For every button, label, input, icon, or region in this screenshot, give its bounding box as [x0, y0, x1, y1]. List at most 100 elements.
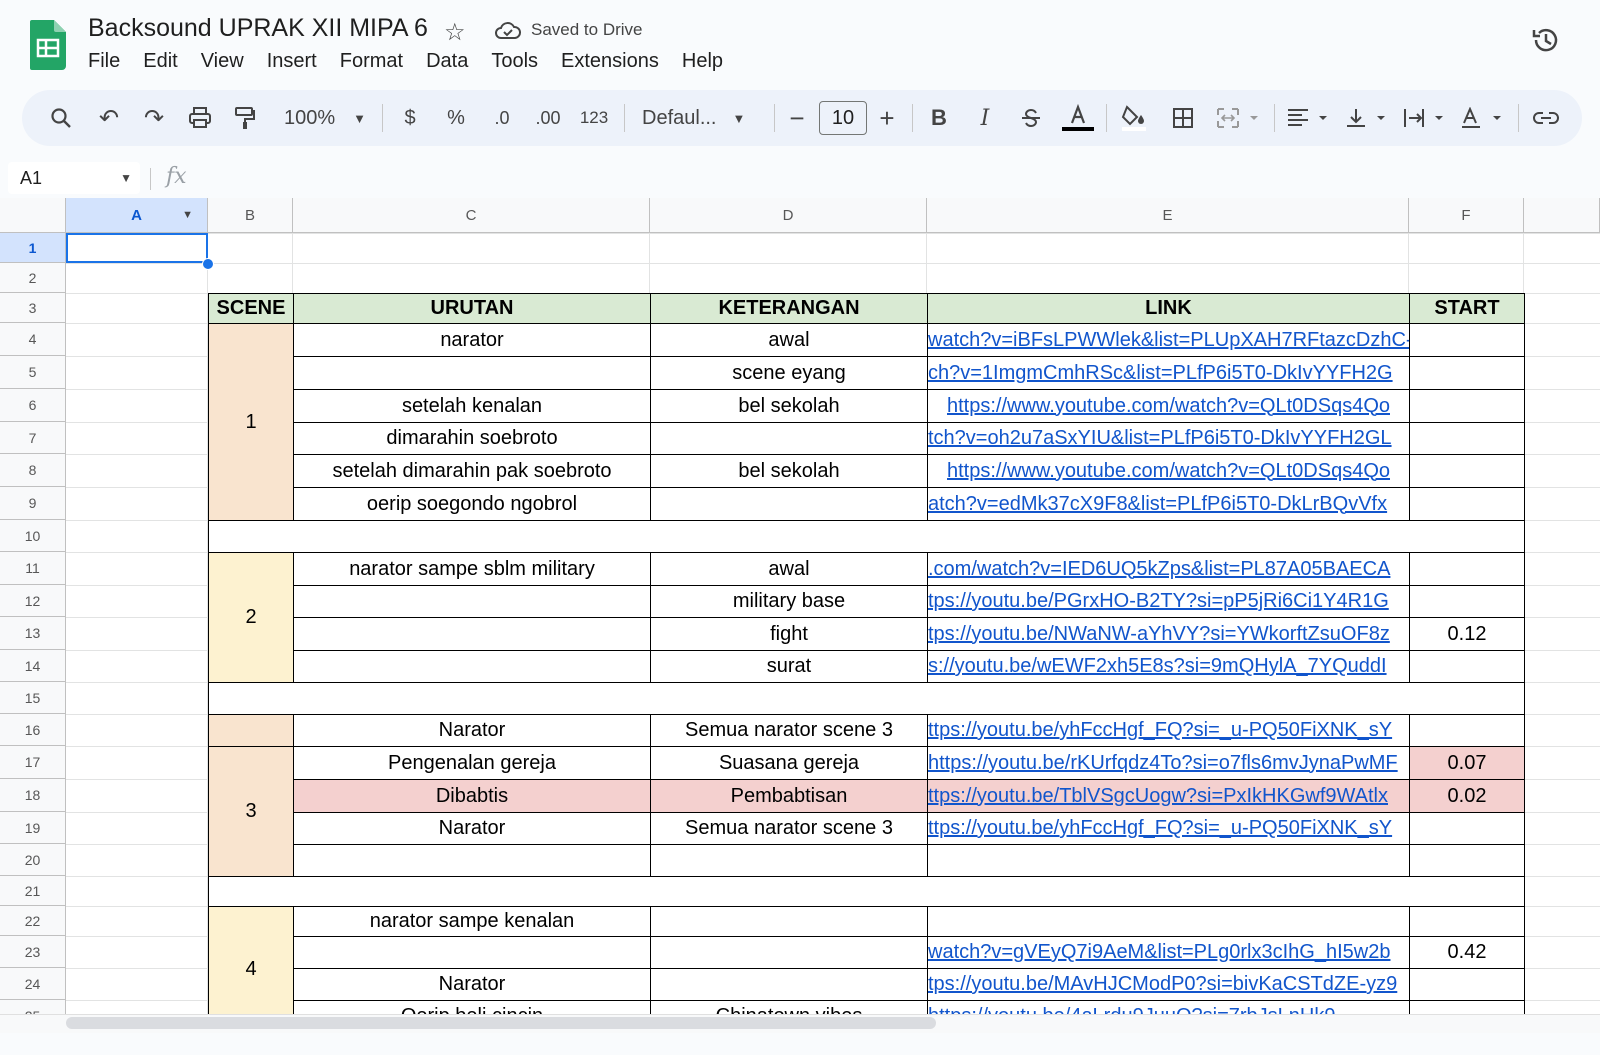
italic-button[interactable]: I: [972, 90, 998, 146]
menu-file[interactable]: File: [88, 50, 120, 73]
row-header-17[interactable]: 17: [0, 746, 66, 779]
search-menus-icon[interactable]: [46, 90, 76, 146]
undo-icon[interactable]: ↶: [94, 90, 124, 146]
formula-input[interactable]: [200, 162, 1580, 194]
strikethrough-icon[interactable]: [1016, 90, 1046, 146]
link-cell[interactable]: s://youtu.be/wEWF2xh5E8s?si=9mQHylA_7YQu…: [927, 650, 1410, 683]
menu-view[interactable]: View: [201, 50, 244, 73]
menu-edit[interactable]: Edit: [143, 50, 177, 73]
menu-extensions[interactable]: Extensions: [561, 50, 659, 73]
borders-icon[interactable]: [1168, 90, 1198, 146]
link-cell[interactable]: tch?v=oh2u7aSxYIU&list=PLfP6i5T0-DkIvYYF…: [927, 422, 1410, 455]
sheets-logo-icon[interactable]: [30, 20, 66, 70]
select-all-corner[interactable]: [0, 198, 66, 233]
fill-color-icon[interactable]: [1118, 90, 1150, 146]
decrease-font-size-icon[interactable]: −: [784, 90, 810, 146]
row-header-6[interactable]: 6: [0, 389, 66, 422]
font-size-input[interactable]: 10: [819, 101, 867, 135]
link-cell[interactable]: https://youtu.be/rKUrfqdz4To?si=o7fls6mv…: [927, 746, 1410, 780]
print-icon[interactable]: [184, 90, 216, 146]
link-cell[interactable]: watch?v=gVEyQ7i9AeM&list=PLg0rlx3cIhG_hI…: [927, 936, 1410, 969]
row-header-9[interactable]: 9: [0, 487, 66, 520]
link-cell[interactable]: .com/watch?v=IED6UQ5kZps&list=PL87A05BAE…: [927, 552, 1410, 586]
link-cell[interactable]: https://www.youtube.com/watch?v=QLt0DSqs…: [927, 454, 1410, 488]
percent-format-button[interactable]: %: [442, 90, 470, 146]
horizontal-scrollbar-thumb[interactable]: [66, 1017, 936, 1029]
column-header-g[interactable]: [1524, 198, 1600, 233]
insert-link-icon[interactable]: [1530, 90, 1562, 146]
vertical-align-icon[interactable]: [1342, 90, 1392, 146]
row-header-18[interactable]: 18: [0, 779, 66, 812]
name-box[interactable]: A1 ▼: [8, 162, 140, 194]
row-header-7[interactable]: 7: [0, 422, 66, 454]
spreadsheet-grid[interactable]: A ▼ B C D E F 1 2 3 4 5 6 7 8 9 10 11 12 13 14 15 16 17 18 19 20 21…: [0, 198, 1600, 1016]
link-cell[interactable]: tps://youtu.be/MAvHJCModP0?si=bivKaCSTdZ…: [927, 968, 1410, 1001]
horizontal-align-icon[interactable]: [1284, 90, 1334, 146]
column-header-e[interactable]: E: [927, 198, 1409, 233]
row-header-20[interactable]: 20: [0, 844, 66, 876]
link-cell[interactable]: tps://youtu.be/PGrxHO-B2TY?si=pP5jRi6Ci1…: [927, 585, 1410, 618]
column-header-c[interactable]: C: [293, 198, 650, 233]
menu-help[interactable]: Help: [682, 50, 723, 73]
cloud-saved-icon[interactable]: [494, 20, 522, 42]
merge-cells-icon[interactable]: [1214, 90, 1264, 146]
link-cell[interactable]: [927, 906, 1410, 937]
text-wrapping-icon[interactable]: [1400, 90, 1450, 146]
link-cell[interactable]: ch?v=1ImgmCmhRSc&list=PLfP6i5T0-DkIvYYFH…: [927, 356, 1410, 390]
decrease-decimal-button[interactable]: .0: [484, 90, 520, 146]
version-history-icon[interactable]: [1530, 24, 1562, 56]
row-header-11[interactable]: 11: [0, 552, 66, 585]
column-header-d[interactable]: D: [650, 198, 927, 233]
row-header-8[interactable]: 8: [0, 454, 66, 487]
link-cell[interactable]: ttps://youtu.be/yhFccHgf_FQ?si=_u-PQ50Fi…: [927, 812, 1410, 845]
row-header-10[interactable]: 10: [0, 520, 66, 552]
link-cell[interactable]: ttps://youtu.be/yhFccHgf_FQ?si=_u-PQ50Fi…: [927, 714, 1410, 747]
row-header-4[interactable]: 4: [0, 323, 66, 356]
text-color-icon[interactable]: [1060, 90, 1096, 146]
menu-tools[interactable]: Tools: [491, 50, 538, 73]
row-header-5[interactable]: 5: [0, 356, 66, 389]
link-cell[interactable]: tps://youtu.be/NWaNW-aYhVY?si=YWkorftZsu…: [927, 617, 1410, 651]
row-header-3[interactable]: 3: [0, 293, 66, 323]
row-header-14[interactable]: 14: [0, 650, 66, 682]
urutan-cell: Narator: [293, 968, 651, 1001]
link-cell[interactable]: https://www.youtube.com/watch?v=QLt0DSqs…: [927, 389, 1410, 423]
link-cell[interactable]: atch?v=edMk37cX9F8&list=PLfP6i5T0-DkLrBQ…: [927, 487, 1410, 521]
zoom-select[interactable]: 100% ▼: [280, 90, 370, 146]
currency-format-button[interactable]: $: [396, 90, 424, 146]
row-header-2[interactable]: 2: [0, 263, 66, 293]
paint-format-icon[interactable]: [230, 90, 260, 146]
column-menu-chevron-icon[interactable]: ▼: [182, 209, 193, 221]
row-header-13[interactable]: 13: [0, 617, 66, 650]
increase-font-size-icon[interactable]: +: [874, 90, 900, 146]
bold-button[interactable]: B: [926, 90, 952, 146]
link-cell[interactable]: watch?v=iBFsLPWWlek&list=PLUpXAH7RFtazcD…: [927, 323, 1410, 357]
more-formats-button[interactable]: 123: [576, 90, 612, 146]
star-icon[interactable]: ☆: [444, 18, 466, 47]
row-header-15[interactable]: 15: [0, 682, 66, 714]
column-header-a[interactable]: A ▼: [66, 198, 208, 233]
column-header-b[interactable]: B: [208, 198, 293, 233]
selected-cell-a1[interactable]: [66, 233, 208, 263]
row-header-22[interactable]: 22: [0, 906, 66, 936]
row-header-24[interactable]: 24: [0, 968, 66, 1000]
column-header-f[interactable]: F: [1409, 198, 1524, 233]
link-cell[interactable]: ttps://youtu.be/TblVSgcUogw?si=PxIkHKGwf…: [927, 779, 1410, 813]
fill-handle[interactable]: [202, 258, 214, 270]
row-header-23[interactable]: 23: [0, 936, 66, 968]
chevron-down-icon[interactable]: ▼: [120, 171, 132, 185]
row-header-21[interactable]: 21: [0, 876, 66, 906]
text-rotation-icon[interactable]: [1458, 90, 1508, 146]
link-cell[interactable]: [927, 844, 1410, 877]
row-header-19[interactable]: 19: [0, 812, 66, 844]
increase-decimal-button[interactable]: .00: [528, 90, 568, 146]
document-title[interactable]: Backsound UPRAK XII MIPA 6: [88, 14, 428, 43]
menu-insert[interactable]: Insert: [267, 50, 317, 73]
menu-format[interactable]: Format: [340, 50, 403, 73]
row-header-12[interactable]: 12: [0, 585, 66, 617]
row-header-1[interactable]: 1: [0, 233, 66, 263]
menu-data[interactable]: Data: [426, 50, 468, 73]
row-header-16[interactable]: 16: [0, 714, 66, 746]
redo-icon[interactable]: ↷: [139, 90, 169, 146]
font-family-select[interactable]: Defaul... ▼: [642, 90, 772, 146]
